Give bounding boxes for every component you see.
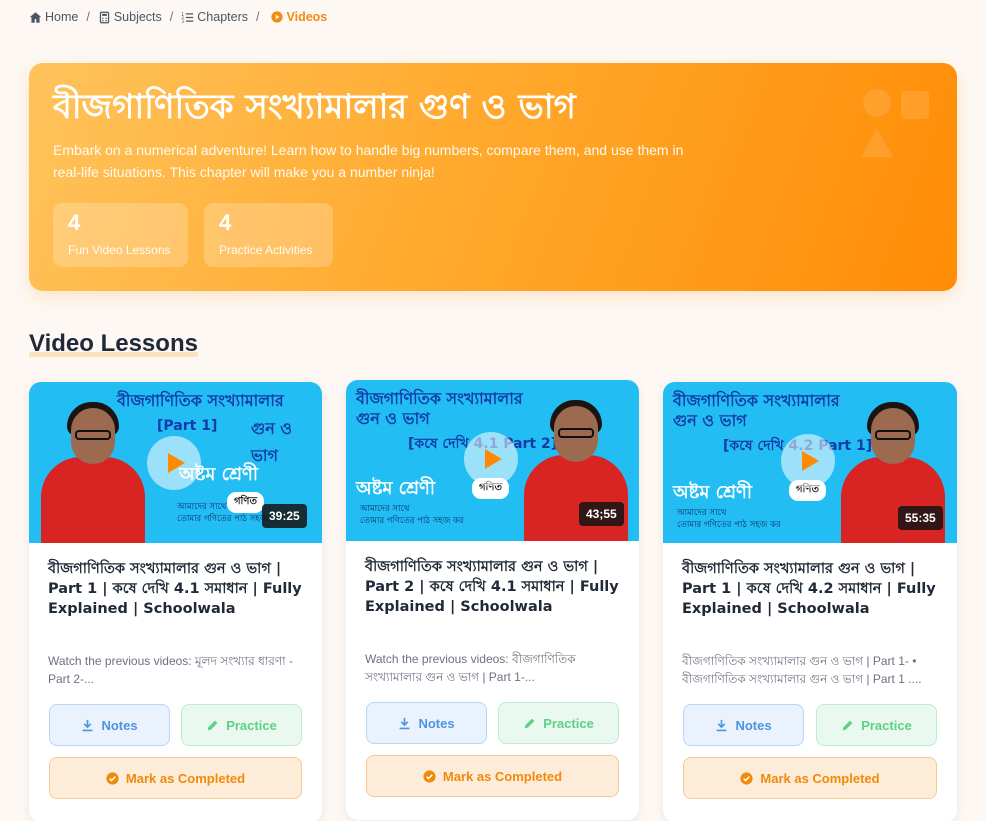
thumbnail-class: অষ্টম শ্রেণী [673,482,753,503]
notes-button[interactable]: Notes [683,704,804,746]
breadcrumb-separator: / [169,10,174,24]
breadcrumb-current-label: Videos [286,10,328,24]
video-thumbnail[interactable]: বীজগাণিতিক সংখ্যামালার গুন ও ভাগ [কষে দে… [346,380,639,541]
home-icon [29,11,42,23]
notes-label: Notes [418,715,455,731]
stat-practice-activities: 4 Practice Activities [204,203,333,267]
video-card: বীজগাণিতিক সংখ্যামালার গুন ও ভাগ [কষে দে… [663,382,957,821]
thumbnail-badge: গণিত [227,492,264,513]
shapes-icon [861,89,929,157]
breadcrumb-subjects[interactable]: Subjects [98,10,162,24]
notes-label: Notes [101,717,138,733]
play-icon[interactable] [147,436,201,490]
list-icon: 123 [182,11,194,23]
breadcrumb-home-label: Home [45,10,79,24]
section-title: Video Lessons [29,330,198,357]
stat-label: Practice Activities [219,243,313,257]
stat-video-lessons: 4 Fun Video Lessons [53,203,188,267]
video-card: বীজগাণিতিক সংখ্যামালার গুন ও ভাগ [কষে দে… [346,380,639,820]
practice-button[interactable]: Practice [498,702,619,744]
thumbnail-tagline: তোমার গণিতের পাঠ সহজ কর [677,520,781,530]
notes-button[interactable]: Notes [49,704,170,746]
thumbnail-tagline: আমাদের সাথে [177,502,227,512]
breadcrumb-chapters[interactable]: 123 Chapters [181,10,248,24]
chapter-title: বীজগাণিতিক সংখ্যামালার গুণ ও ভাগ [53,87,576,127]
mark-completed-label: Mark as Completed [125,770,246,786]
download-icon [400,717,410,729]
breadcrumb-subjects-label: Subjects [113,10,162,24]
video-duration: 39:25 [262,504,307,528]
video-duration: 55:35 [898,506,943,530]
video-description: বীজগাণিতিক সংখ্যামালার গুন ও ভাগ | Part … [682,654,922,686]
check-circle-icon [423,769,436,783]
mark-completed-button[interactable]: Mark as Completed [683,757,937,799]
mark-completed-button[interactable]: Mark as Completed [49,757,302,799]
breadcrumb-home[interactable]: Home [29,10,78,24]
stat-value: 4 [219,210,232,235]
pencil-icon [524,718,535,728]
mark-completed-label: Mark as Completed [760,770,880,786]
video-duration: 43;55 [579,502,624,526]
breadcrumb-separator: / [86,10,90,24]
svg-text:3: 3 [182,18,185,23]
video-title: বীজগাণিতিক সংখ্যামালার গুন ও ভাগ | Part … [682,561,936,617]
thumbnail-tagline: আমাদের সাথে [360,504,410,514]
thumbnail-part: [Part 1] [157,418,218,434]
thumbnail-tagline: আমাদের সাথে [677,508,727,518]
breadcrumb-chapters-label: Chapters [197,10,248,24]
breadcrumb: Home / Subjects / 123 Chapters / Videos [29,10,327,24]
video-card: বীজগাণিতিক সংখ্যামালার [Part 1] গুন ও ভা… [29,382,322,821]
check-circle-icon [740,771,753,785]
practice-label: Practice [861,717,912,733]
video-thumbnail[interactable]: বীজগাণিতিক সংখ্যামালার গুন ও ভাগ [কষে দে… [663,382,957,543]
chapter-hero: বীজগাণিতিক সংখ্যামালার গুণ ও ভাগ Embark … [29,63,957,291]
chapter-description: Embark on a numerical adventure! Learn h… [53,142,684,180]
mark-completed-label: Mark as Completed [442,768,563,784]
play-icon[interactable] [464,432,518,486]
practice-button[interactable]: Practice [816,704,937,746]
download-icon [717,719,727,731]
practice-button[interactable]: Practice [181,704,302,746]
download-icon [83,719,93,731]
thumbnail-subtitle: গুন ও ভাগ [251,419,293,465]
mark-completed-button[interactable]: Mark as Completed [366,755,619,797]
notes-label: Notes [735,717,772,733]
practice-label: Practice [226,717,277,733]
thumbnail-class: অষ্টম শ্রেণী [356,478,436,499]
pencil-icon [207,720,218,730]
notes-button[interactable]: Notes [366,702,487,744]
breadcrumb-current: Videos [271,10,327,24]
pencil-icon [842,720,853,730]
thumbnail-tagline: তোমার গণিতের পাঠ সহজ কর [360,516,464,526]
play-circle-icon [271,11,284,23]
video-thumbnail[interactable]: বীজগাণিতিক সংখ্যামালার [Part 1] গুন ও ভা… [29,382,322,543]
calculator-icon [99,11,109,23]
practice-label: Practice [543,715,594,731]
presenter-image [33,382,153,543]
video-description: Watch the previous videos: মূলদ সংখ্যার … [48,654,293,686]
stat-label: Fun Video Lessons [68,243,171,257]
check-circle-icon [106,771,119,785]
stat-value: 4 [68,210,81,235]
play-icon[interactable] [781,434,835,488]
video-description: Watch the previous videos: বীজগাণিতিক সং… [365,652,576,684]
video-title: বীজগাণিতিক সংখ্যামালার গুন ও ভাগ | Part … [48,561,302,617]
video-title: বীজগাণিতিক সংখ্যামালার গুন ও ভাগ | Part … [365,559,619,615]
breadcrumb-separator: / [256,10,260,24]
